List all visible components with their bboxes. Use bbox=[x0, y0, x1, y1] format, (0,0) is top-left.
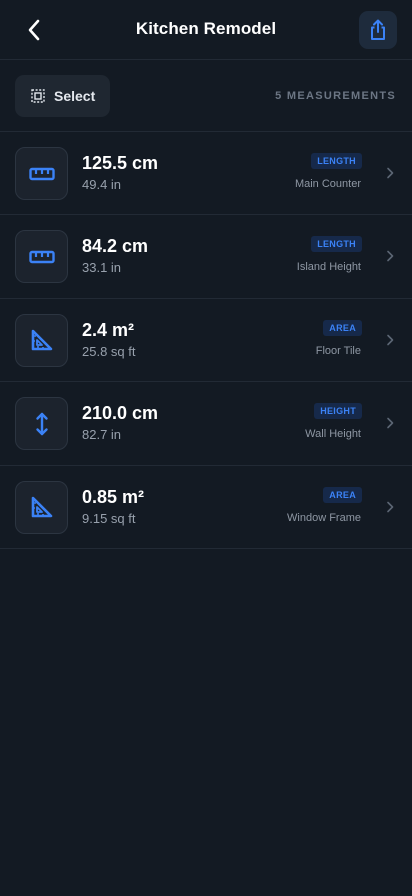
measurement-list: 125.5 cm 49.4 in LENGTH Main Counter 84.… bbox=[0, 132, 412, 549]
measurement-row[interactable]: 2.4 m² 25.8 sq ft AREA Floor Tile bbox=[0, 299, 412, 383]
selection-box-icon bbox=[31, 89, 45, 103]
chevron-right-icon bbox=[387, 501, 394, 512]
set-square-icon bbox=[31, 496, 52, 518]
measurement-name: Floor Tile bbox=[315, 344, 361, 357]
measurement-converted: 25.8 sq ft bbox=[82, 343, 136, 359]
row-icon-box bbox=[15, 480, 68, 534]
measurement-converted: 9.15 sq ft bbox=[82, 510, 136, 526]
measurement-value: 84.2 cm bbox=[82, 236, 149, 257]
measurement-value: 210.0 cm bbox=[82, 403, 159, 424]
chevron-right-icon bbox=[387, 167, 394, 179]
measurement-row[interactable]: 210.0 cm 82.7 in HEIGHT Wall Height bbox=[0, 382, 412, 466]
page-title: Kitchen Remodel bbox=[135, 19, 277, 38]
measurement-name: Window Frame bbox=[287, 511, 361, 524]
chevron-right-icon bbox=[387, 251, 394, 262]
measurement-row[interactable]: 0.85 m² 9.15 sq ft AREA Window Frame bbox=[0, 466, 412, 549]
type-badge: LENGTH bbox=[311, 153, 362, 169]
set-square-icon bbox=[31, 329, 52, 351]
measurement-converted: 82.7 in bbox=[82, 427, 122, 443]
ruler-icon bbox=[28, 167, 55, 180]
row-icon-box bbox=[15, 397, 68, 451]
type-badge: AREA bbox=[323, 319, 362, 336]
measurement-converted: 49.4 in bbox=[82, 177, 122, 192]
type-badge: LENGTH bbox=[311, 236, 362, 253]
toolbar: Select 5 MEASUREMENTS bbox=[0, 60, 412, 132]
measurement-value: 125.5 cm bbox=[82, 153, 159, 173]
share-icon bbox=[371, 19, 385, 40]
chevron-right-icon bbox=[387, 417, 394, 429]
measurement-name: Island Height bbox=[296, 261, 361, 274]
row-icon-box bbox=[15, 313, 68, 367]
measurement-value: 2.4 m² bbox=[82, 319, 135, 340]
share-button[interactable] bbox=[359, 11, 397, 49]
vertical-arrows-icon bbox=[35, 412, 48, 435]
measurement-row[interactable]: 84.2 cm 33.1 in LENGTH Island Height bbox=[0, 215, 412, 299]
type-badge: HEIGHT bbox=[314, 403, 362, 420]
measurement-converted: 33.1 in bbox=[82, 260, 122, 276]
select-button-label: Select bbox=[54, 88, 96, 104]
type-badge: AREA bbox=[323, 486, 362, 503]
header: Kitchen Remodel bbox=[0, 0, 412, 60]
ruler-icon bbox=[28, 250, 55, 264]
select-button[interactable]: Select bbox=[15, 75, 110, 117]
measurement-name: Main Counter bbox=[294, 178, 361, 190]
measurement-count: 5 MEASUREMENTS bbox=[275, 90, 396, 102]
measurement-row[interactable]: 125.5 cm 49.4 in LENGTH Main Counter bbox=[0, 132, 412, 216]
chevron-right-icon bbox=[387, 334, 394, 346]
app-root: Kitchen Remodel Select 5 MEASUREMENTS 12… bbox=[0, 0, 412, 896]
measurement-value: 0.85 m² bbox=[82, 486, 145, 507]
row-icon-box bbox=[15, 147, 68, 200]
row-icon-box bbox=[15, 230, 68, 284]
measurement-name: Wall Height bbox=[305, 428, 361, 441]
